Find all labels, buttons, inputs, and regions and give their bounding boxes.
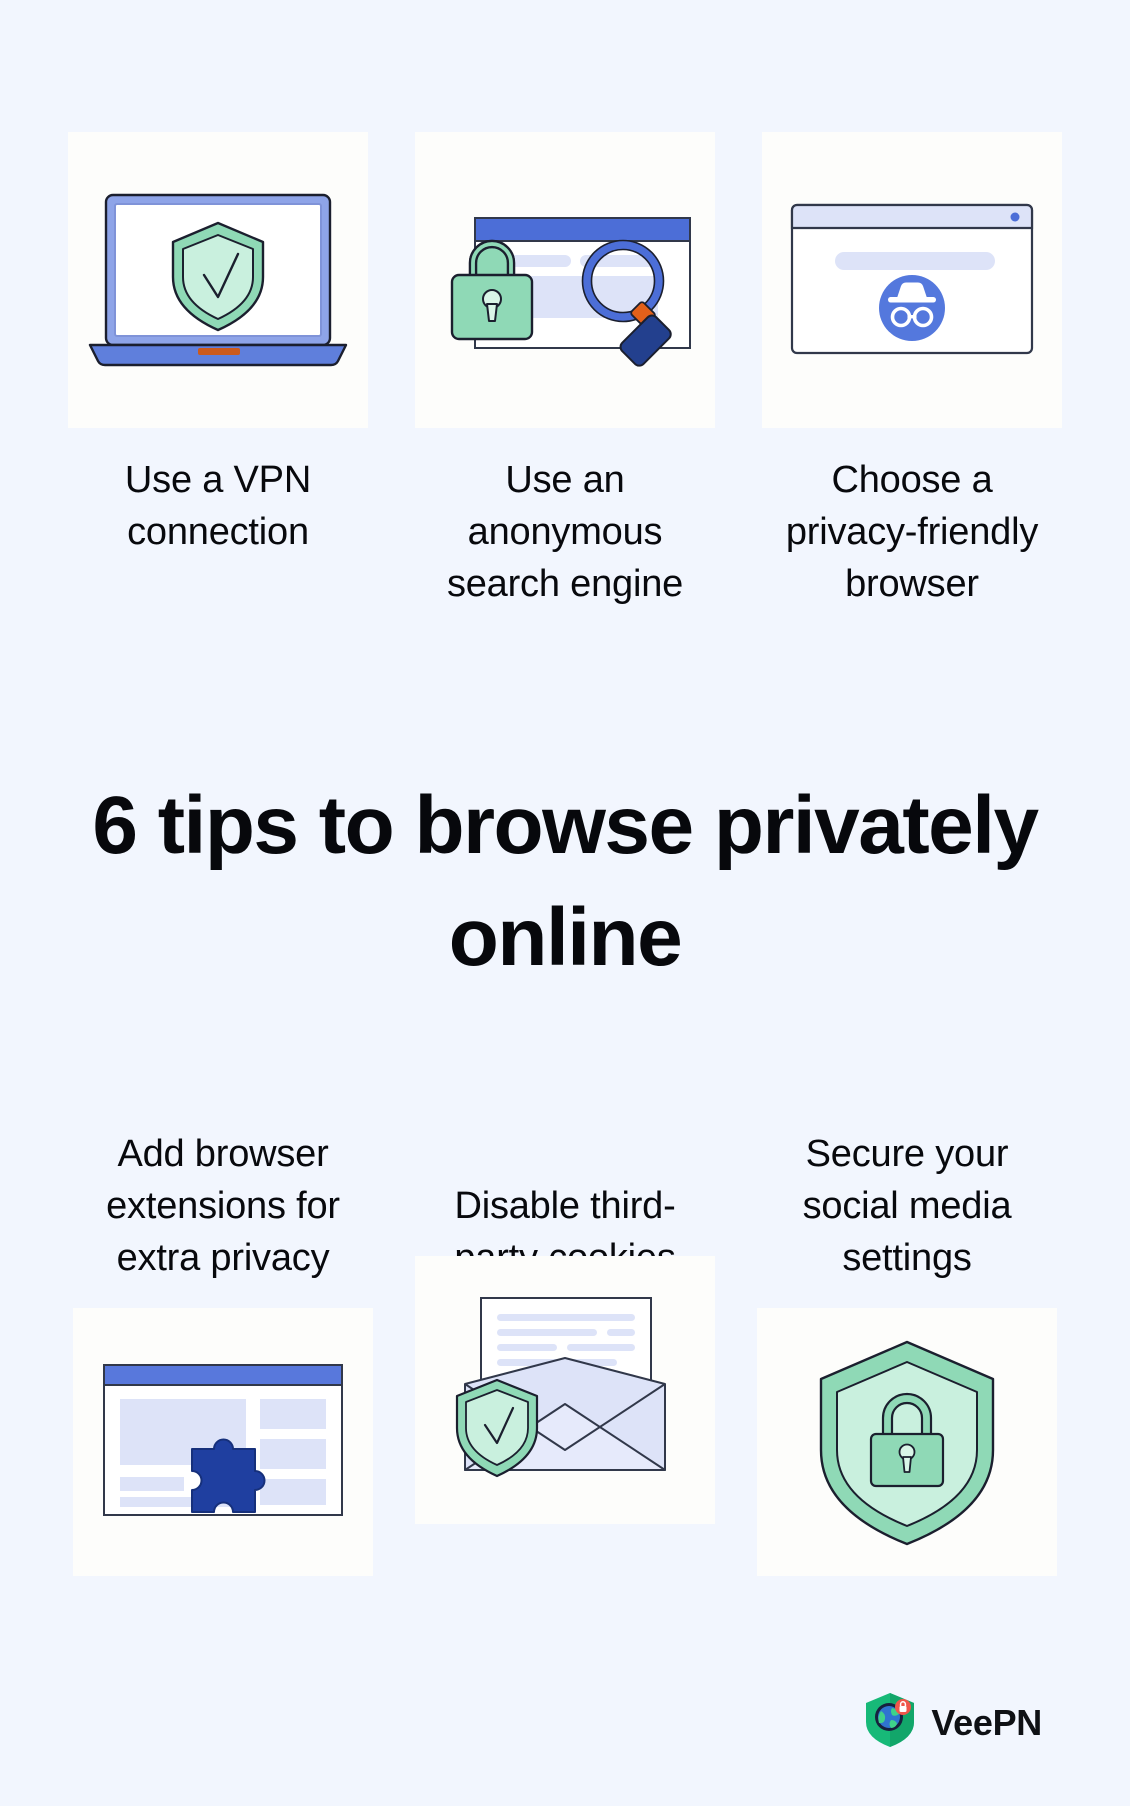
tip-card-social-media-settings: Secure your social media settings	[757, 1128, 1057, 1576]
tip-card-browser-extensions: Add browser extensions for extra privacy	[73, 1128, 373, 1576]
bottom-tips-row: Add browser extensions for extra privacy	[0, 1128, 1130, 1576]
tip-label-browser-extensions: Add browser extensions for extra privacy	[106, 1133, 340, 1279]
browser-with-puzzle-piece-icon	[73, 1308, 373, 1576]
brand-name: VeePN	[931, 1701, 1042, 1743]
tip-card-anonymous-search: Use an anonymous search engine	[415, 132, 715, 610]
envelope-with-letter-and-shield-icon	[415, 1256, 715, 1524]
shield-with-padlock-icon	[757, 1308, 1057, 1576]
tip-card-privacy-browser: Choose a privacy-friendly browser	[762, 132, 1062, 610]
tip-label-vpn-connection: Use a VPN connection	[124, 459, 312, 553]
tip-card-third-party-cookies: Disable third-party cookies	[415, 1128, 715, 1524]
tip-label-social-media-settings: Secure your social media settings	[802, 1133, 1012, 1279]
browser-with-padlock-and-magnifier-icon	[415, 132, 715, 428]
veepn-shield-globe-lock-logo	[863, 1691, 917, 1754]
infographic-page: Use a VPN connection Use an anonymous se…	[0, 0, 1130, 1806]
top-tips-row: Use a VPN connection Use an anonymous se…	[0, 132, 1130, 610]
laptop-with-shield-check-icon	[68, 132, 368, 428]
tip-card-vpn-connection: Use a VPN connection	[68, 132, 368, 558]
tip-label-anonymous-search: Use an anonymous search engine	[446, 459, 684, 605]
browser-with-incognito-icon	[762, 132, 1062, 428]
tip-label-privacy-browser: Choose a privacy-friendly browser	[785, 459, 1039, 605]
page-title: 6 tips to browse privately online	[92, 780, 1039, 983]
brand-logo: VeePN	[863, 1691, 1042, 1754]
